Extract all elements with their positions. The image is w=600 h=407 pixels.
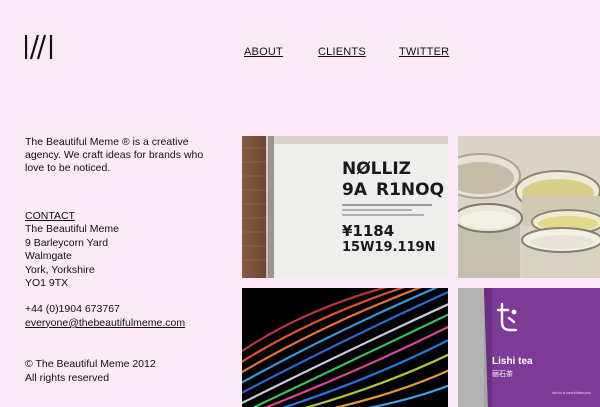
typography-poster-image: NØLLIZ 9A R1NOQ ¥1184 15W19.119N [242,136,448,278]
agency-intro: The Beautiful Meme ® is a creative agenc… [25,136,204,174]
email-link[interactable]: everyone@thebeautifulmeme.com [25,317,185,330]
portfolio-tile-light-trails[interactable] [242,288,448,407]
poster-line-3: ¥1184 [342,222,394,240]
lishi-tea-packaging-image: Lishi tea 丽石茶 visit us at www.lishitea.c… [458,288,600,407]
copyright-text: © The Beautiful Meme 2012 [25,358,156,370]
nav-link-about[interactable]: ABOUT [244,46,283,58]
address-line: 9 Barleycorn Yard [25,236,109,249]
poster-line-2a: 9A [342,180,368,200]
tea-brand-chinese: 丽石茶 [492,369,513,378]
portfolio-tile-paint-tins[interactable] [458,136,600,278]
poster-line-4: 15W19.119N [342,240,435,255]
tea-brand-name: Lishi tea [492,356,533,367]
address-line: YO1 9TX [25,277,69,290]
contact-block: CONTACT The Beautiful Meme 9 Barleycorn … [25,210,185,330]
nav-link-twitter[interactable]: TWITTER [399,46,449,58]
poster-line-1: NØLLIZ [342,159,411,179]
footer: © The Beautiful Meme 2012 All rights res… [25,357,156,385]
light-trails-image [242,288,448,407]
portfolio-tile-lishi-tea[interactable]: Lishi tea 丽石茶 visit us at www.lishitea.c… [458,288,600,407]
contact-heading-link[interactable]: CONTACT [25,210,185,223]
address-line: Walmgate [25,250,72,263]
rights-text: All rights reserved [25,372,110,384]
phone-number: +44 (0)1904 673767 [25,303,120,316]
nav-link-clients[interactable]: CLIENTS [318,46,366,58]
paint-tins-image [458,136,600,278]
address-line: The Beautiful Meme [25,223,119,236]
tea-url: visit us at www.lishitea.com [552,391,591,395]
logo[interactable] [25,34,53,60]
portfolio-tile-typography[interactable]: NØLLIZ 9A R1NOQ ¥1184 15W19.119N [242,136,448,278]
address-line: York, Yorkshire [25,263,95,276]
poster-line-2b: R1NOQ [376,180,444,200]
